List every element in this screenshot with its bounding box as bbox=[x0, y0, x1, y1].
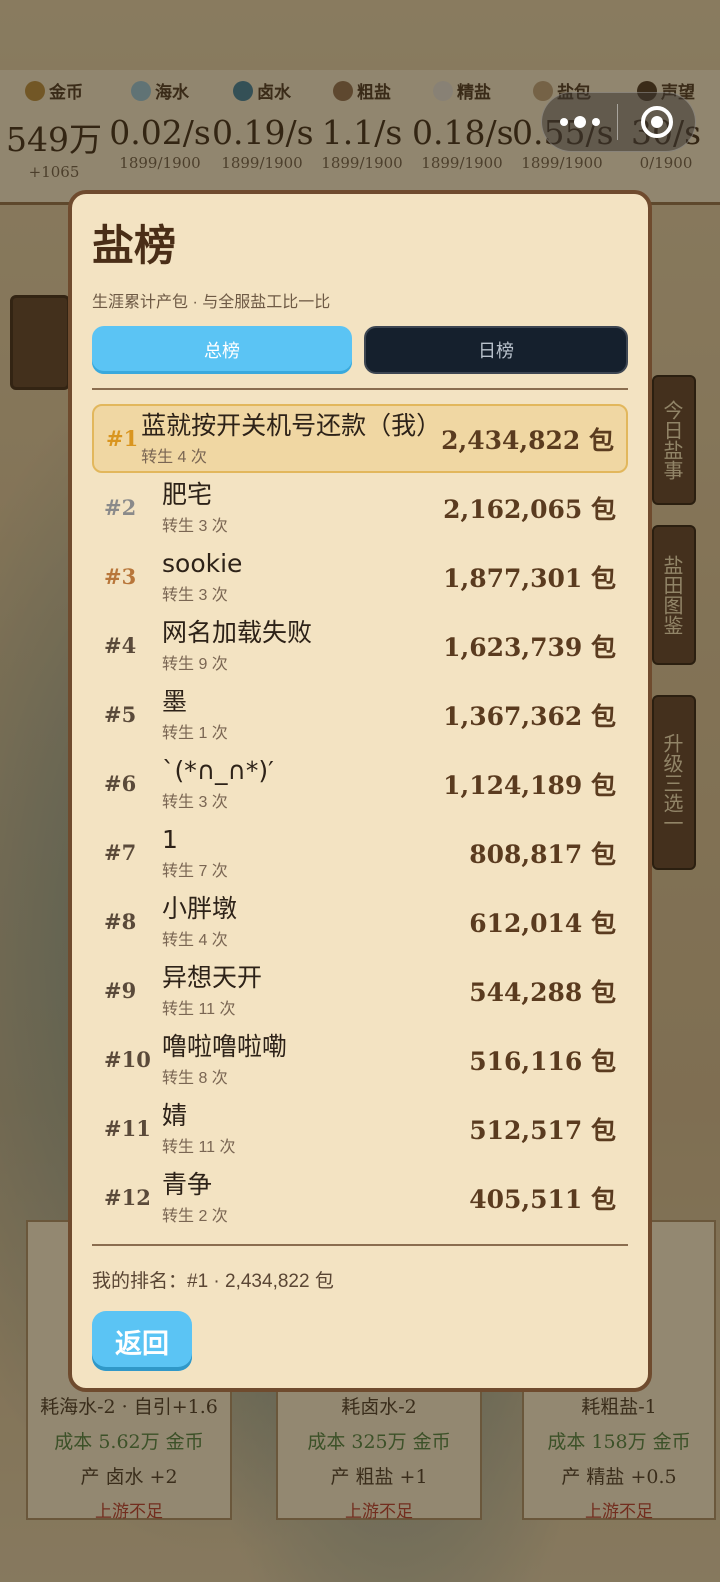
rebirth-count: 转生 11 次 bbox=[162, 1138, 236, 1156]
rebirth-count: 转生 9 次 bbox=[162, 655, 228, 673]
player-score: 1,877,301 包 bbox=[443, 563, 616, 593]
player-score: 544,288 包 bbox=[469, 977, 616, 1007]
player-name: 异想天开 bbox=[162, 962, 263, 992]
rebirth-count: 转生 2 次 bbox=[162, 1207, 228, 1225]
player-name: 婧 bbox=[162, 1100, 188, 1130]
player-score: 808,817 包 bbox=[469, 839, 616, 869]
player-name: 1 bbox=[162, 824, 178, 854]
back-button[interactable]: 返回 bbox=[92, 1311, 192, 1371]
rebirth-count: 转生 7 次 bbox=[162, 862, 228, 880]
leaderboard-modal: 盐榜 生涯累计产包 · 与全服盐工比一比 总榜 日榜 #1 蓝就按开关机号还款（… bbox=[68, 190, 652, 1392]
rank-number: #8 bbox=[104, 909, 137, 934]
player-name: 蓝就按开关机号还款（我） bbox=[141, 410, 442, 440]
tab-daily[interactable]: 日榜 bbox=[364, 326, 628, 374]
player-name: 噜啦噜啦嘞 bbox=[162, 1031, 288, 1061]
table-row: #12 青争转生 2 次 405,511 包 bbox=[92, 1163, 628, 1232]
rank-number: #9 bbox=[104, 978, 137, 1003]
miniprogram-capsule bbox=[541, 92, 696, 152]
table-row: #6 `(*∩_∩*)′ 转生 3 次 1,124,189 包 bbox=[92, 749, 628, 818]
player-name: `(*∩_∩*)′ bbox=[162, 755, 274, 785]
table-row: #2 肥宅转生 3 次 2,162,065 包 bbox=[92, 473, 628, 542]
rebirth-count: 转生 4 次 bbox=[162, 931, 228, 949]
rank-number: #12 bbox=[104, 1185, 151, 1210]
player-score: 2,162,065 包 bbox=[443, 494, 616, 524]
player-score: 612,014 包 bbox=[469, 908, 616, 938]
player-score: 2,434,822 包 bbox=[441, 425, 614, 455]
rank-list: #1 蓝就按开关机号还款（我） 转生 4 次 2,434,822 包 #2 肥宅转… bbox=[92, 404, 628, 1232]
divider bbox=[92, 388, 628, 390]
table-row: #9 异想天开转生 11 次 544,288 包 bbox=[92, 956, 628, 1025]
player-score: 1,124,189 包 bbox=[443, 770, 616, 800]
rank-number: #7 bbox=[104, 840, 137, 865]
player-name: sookie bbox=[162, 548, 243, 578]
rank-number: #6 bbox=[104, 771, 137, 796]
rank-number: #4 bbox=[104, 633, 137, 658]
player-name: 青争 bbox=[162, 1169, 213, 1199]
player-score: 405,511 包 bbox=[469, 1184, 616, 1214]
tab-total[interactable]: 总榜 bbox=[92, 326, 352, 374]
table-row: #5 墨转生 1 次 1,367,362 包 bbox=[92, 680, 628, 749]
rank-number: #2 bbox=[104, 495, 137, 520]
player-score: 1,367,362 包 bbox=[443, 701, 616, 731]
table-row: #11 婧转生 11 次 512,517 包 bbox=[92, 1094, 628, 1163]
modal-subtitle: 生涯累计产包 · 与全服盐工比一比 bbox=[92, 294, 331, 311]
player-name: 网名加载失败 bbox=[162, 617, 313, 647]
player-score: 516,116 包 bbox=[469, 1046, 616, 1076]
rank-number: #11 bbox=[104, 1116, 151, 1141]
rank-number: #10 bbox=[104, 1047, 151, 1072]
rebirth-count: 转生 4 次 bbox=[141, 448, 207, 466]
rank-number: #3 bbox=[104, 564, 137, 589]
table-row: #10 噜啦噜啦嘞转生 8 次 516,116 包 bbox=[92, 1025, 628, 1094]
rebirth-count: 转生 1 次 bbox=[162, 724, 228, 742]
table-row: #8 小胖墩转生 4 次 612,014 包 bbox=[92, 887, 628, 956]
player-name: 墨 bbox=[162, 686, 188, 716]
more-menu-icon[interactable] bbox=[542, 93, 617, 151]
rebirth-count: 转生 3 次 bbox=[162, 517, 228, 535]
rebirth-count: 转生 3 次 bbox=[162, 793, 228, 811]
rank-number: #1 bbox=[106, 426, 139, 451]
close-miniprogram-icon[interactable] bbox=[618, 93, 695, 151]
table-row: #3 sookie 转生 3 次 1,877,301 包 bbox=[92, 542, 628, 611]
rebirth-count: 转生 8 次 bbox=[162, 1069, 228, 1087]
divider bbox=[92, 1244, 628, 1246]
player-score: 512,517 包 bbox=[469, 1115, 616, 1145]
rebirth-count: 转生 3 次 bbox=[162, 586, 228, 604]
player-score: 1,623,739 包 bbox=[443, 632, 616, 662]
player-name: 小胖墩 bbox=[162, 893, 238, 923]
rebirth-count: 转生 11 次 bbox=[162, 1000, 236, 1018]
rank-number: #5 bbox=[104, 702, 137, 727]
modal-title: 盐榜 bbox=[92, 221, 177, 270]
leaderboard-tabs: 总榜 日榜 bbox=[92, 326, 628, 374]
table-row: #7 1 转生 7 次 808,817 包 bbox=[92, 818, 628, 887]
player-name: 肥宅 bbox=[162, 479, 213, 509]
table-row: #4 网名加载失败转生 9 次 1,623,739 包 bbox=[92, 611, 628, 680]
my-rank-summary: 我的排名：#1 · 2,434,822 包 bbox=[92, 1271, 334, 1292]
table-row: #1 蓝就按开关机号还款（我） 转生 4 次 2,434,822 包 bbox=[92, 404, 628, 473]
